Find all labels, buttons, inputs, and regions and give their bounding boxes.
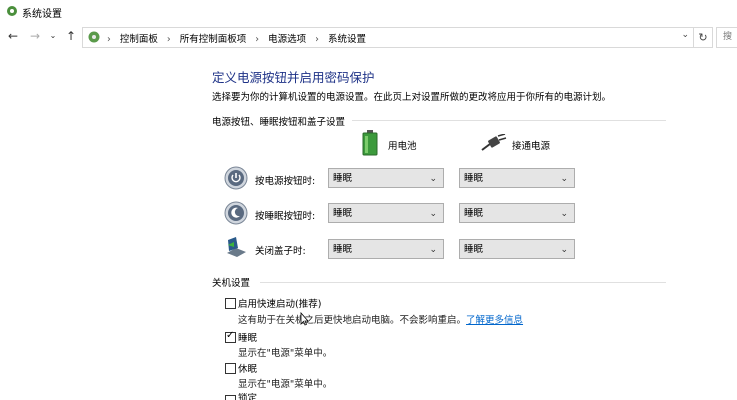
chevron-down-icon: ⌄ [429,209,437,219]
power-button-label: 按电源按钮时: [255,176,316,187]
sleep-button-label: 按睡眠按钮时: [255,211,316,222]
fast-startup-description: 这有助于在关机之后更快地启动电脑。不会影响重启。了解更多信息 [238,315,524,326]
sleep-description: 显示在"电源"菜单中。 [238,348,333,359]
system-settings-icon [7,6,17,16]
laptop-lid-icon [227,237,246,257]
breadcrumb: › 控制面板 › 所有控制面板项 › 电源选项 › 系统设置 [107,34,367,45]
forward-arrow-icon[interactable]: → [28,29,42,43]
breadcrumb-control-panel[interactable]: 控制面板 [120,34,158,45]
chevron-down-icon: ⌄ [560,174,568,184]
control-panel-icon [88,31,100,43]
page-description: 选择要为你的计算机设置的电源设置。在此页上对设置所做的更改将应用于你所有的电源计… [212,92,612,103]
sleep-button-battery-select[interactable]: 睡眠 ⌄ [328,203,444,223]
hibernate-description: 显示在"电源"菜单中。 [238,379,333,390]
lid-close-battery-select[interactable]: 睡眠 ⌄ [328,239,444,259]
lock-label: 锁定 [238,393,258,400]
breadcrumb-power-options[interactable]: 电源选项 [268,34,306,45]
power-button-icon [224,166,248,190]
up-arrow-icon[interactable]: ↑ [64,29,78,43]
window-title: 系统设置 [22,9,62,20]
battery-icon [362,130,378,156]
column-battery: 用电池 [388,141,417,152]
section-title-buttons: 电源按钮、睡眠按钮和盖子设置 [212,117,346,128]
section-divider [260,282,666,283]
main-content: 定义电源按钮并启用密码保护 选择要为你的计算机设置的电源设置。在此页上对设置所做… [0,50,737,400]
sleep-button-plugged-select[interactable]: 睡眠 ⌄ [459,203,575,223]
page-heading: 定义电源按钮并启用密码保护 [212,70,375,85]
refresh-icon[interactable]: ↻ [694,27,713,48]
chevron-down-icon: ⌄ [560,245,568,255]
chevron-down-icon: ⌄ [429,245,437,255]
column-plugged-in: 接通电源 [512,141,551,152]
learn-more-link[interactable]: 了解更多信息 [466,315,523,326]
title-bar: 系统设置 [0,0,737,24]
power-button-plugged-select[interactable]: 睡眠 ⌄ [459,168,575,188]
sleep-label: 睡眠 [238,333,258,344]
sleep-checkbox[interactable] [225,330,236,343]
address-bar[interactable]: › 控制面板 › 所有控制面板项 › 电源选项 › 系统设置 ⌄ [82,27,694,48]
back-arrow-icon[interactable]: ← [6,29,20,43]
breadcrumb-system-settings[interactable]: 系统设置 [328,34,366,45]
fast-startup-checkbox[interactable] [225,298,236,309]
address-dropdown-icon[interactable]: ⌄ [681,30,689,40]
recent-chevron-icon[interactable]: ⌄ [46,29,60,43]
hibernate-checkbox[interactable] [225,363,236,374]
lid-close-label: 关闭盖子时: [255,246,306,257]
hibernate-label: 休眠 [238,364,258,375]
plug-icon [481,134,507,151]
section-divider [352,120,666,121]
search-input[interactable]: 搜 [716,27,737,48]
mouse-cursor-icon [300,312,308,326]
power-button-battery-select[interactable]: 睡眠 ⌄ [328,168,444,188]
breadcrumb-all-items[interactable]: 所有控制面板项 [180,34,247,45]
lid-close-plugged-select[interactable]: 睡眠 ⌄ [459,239,575,259]
chevron-down-icon: ⌄ [429,174,437,184]
section-title-shutdown: 关机设置 [212,278,251,289]
chevron-down-icon: ⌄ [560,209,568,219]
lock-checkbox[interactable] [225,395,236,400]
sleep-button-icon [224,201,248,225]
fast-startup-label: 启用快速启动(推荐) [238,299,322,310]
